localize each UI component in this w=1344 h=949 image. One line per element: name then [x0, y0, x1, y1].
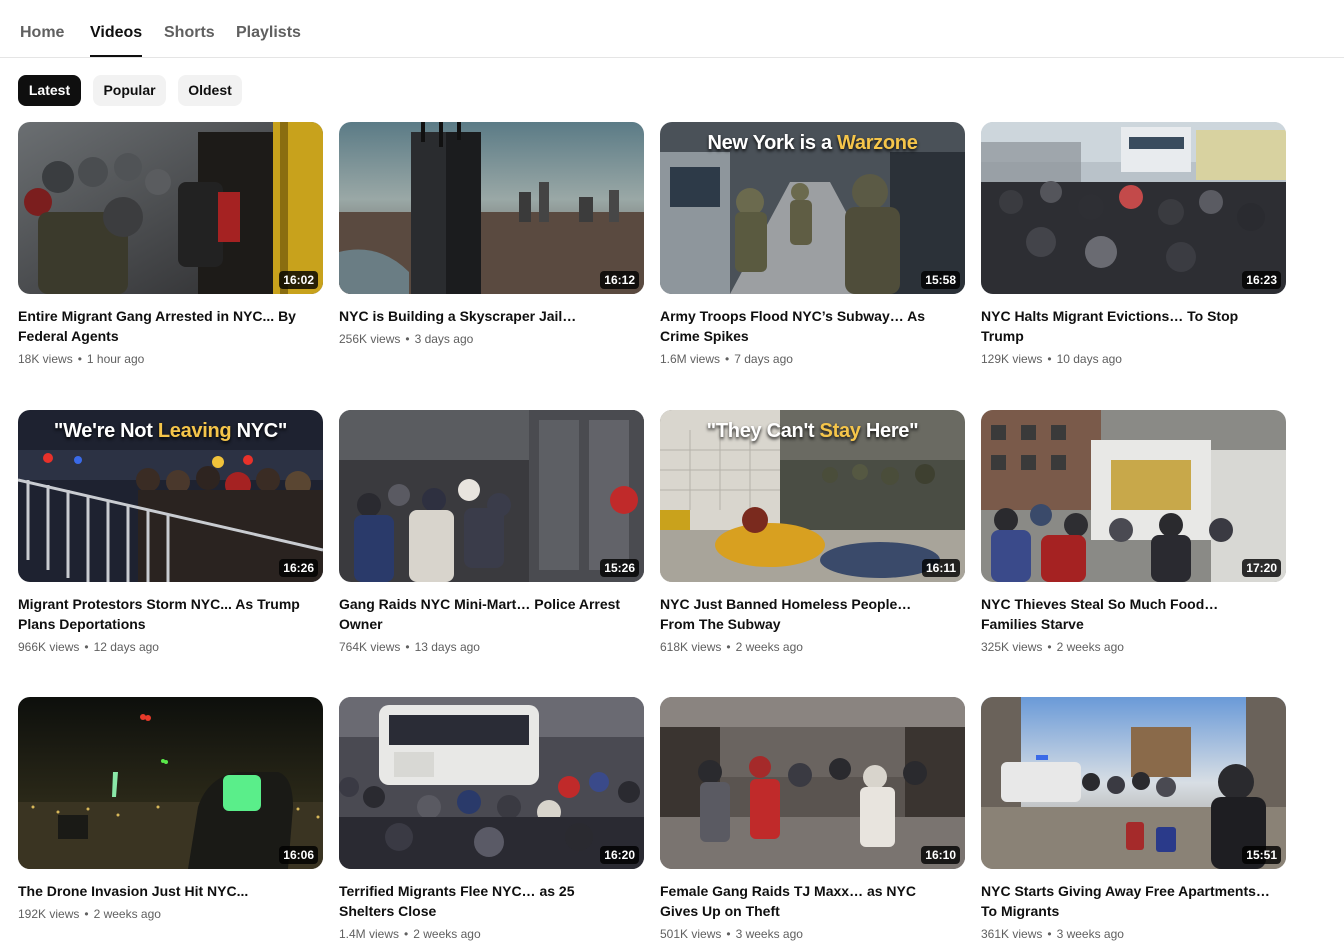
video-title[interactable]: Entire Migrant Gang Arrested in NYC... B… [18, 306, 308, 346]
video-meta: 1.4M views • 2 weeks ago [339, 927, 481, 941]
video-duration: 16:06 [279, 846, 318, 864]
video-card: 16:12 NYC is Building a Skyscraper Jail…… [339, 122, 644, 348]
video-thumbnail[interactable]: 16:12 [339, 122, 644, 294]
video-thumbnail[interactable]: 16:20 [339, 697, 644, 869]
upload-age: 2 weeks ago [413, 927, 481, 941]
video-meta: 256K views • 3 days ago [339, 332, 474, 346]
video-thumbnail[interactable]: 16:10 [660, 697, 965, 869]
view-count: 966K views [18, 640, 80, 654]
video-meta: 192K views • 2 weeks ago [18, 907, 161, 921]
video-card: 16:02 Entire Migrant Gang Arrested in NY… [18, 122, 323, 368]
thumbnail-caption: "We're Not Leaving NYC" [53, 420, 288, 442]
video-duration: 16:10 [921, 846, 960, 864]
video-card: 15:51 NYC Starts Giving Away Free Apartm… [981, 697, 1286, 943]
video-title[interactable]: Migrant Protestors Storm NYC... As Trump… [18, 594, 308, 634]
upload-age: 3 weeks ago [1056, 927, 1124, 941]
upload-age: 13 days ago [414, 640, 480, 654]
tab-shorts[interactable]: Shorts [164, 0, 215, 57]
video-meta: 618K views • 2 weeks ago [660, 640, 803, 654]
video-meta: 18K views • 1 hour ago [18, 352, 145, 366]
upload-age: 3 days ago [414, 332, 474, 346]
video-card: 16:06 The Drone Invasion Just Hit NYC...… [18, 697, 323, 923]
channel-tabs: Home Videos Shorts Playlists [0, 0, 1344, 58]
video-card: 17:20 NYC Thieves Steal So Much Food… Fa… [981, 410, 1286, 656]
video-thumbnail[interactable]: New York is a Warzone 15:58 [660, 122, 965, 294]
video-title[interactable]: NYC Starts Giving Away Free Apartments… … [981, 881, 1271, 921]
video-duration: 16:02 [279, 271, 318, 289]
view-count: 764K views [339, 640, 401, 654]
video-meta: 1.6M views • 7 days ago [660, 352, 793, 366]
video-title[interactable]: NYC Just Banned Homeless People… From Th… [660, 594, 950, 634]
video-card: 16:23 NYC Halts Migrant Evictions… To St… [981, 122, 1286, 368]
video-duration: 16:26 [279, 559, 318, 577]
upload-age: 12 days ago [93, 640, 159, 654]
view-count: 618K views [660, 640, 722, 654]
video-thumbnail[interactable]: 16:02 [18, 122, 323, 294]
upload-age: 2 weeks ago [1056, 640, 1124, 654]
video-thumbnail[interactable]: 16:23 [981, 122, 1286, 294]
video-duration: 15:51 [1242, 846, 1281, 864]
thumbnail-caption: New York is a Warzone [707, 132, 918, 154]
video-duration: 15:58 [921, 271, 960, 289]
video-meta: 129K views • 10 days ago [981, 352, 1122, 366]
thumbnail-caption: "They Can't Stay Here" [706, 420, 919, 442]
video-duration: 16:20 [600, 846, 639, 864]
video-card: "They Can't Stay Here" 16:11 NYC Just Ba… [660, 410, 965, 656]
view-count: 361K views [981, 927, 1043, 941]
video-card: "We're Not Leaving NYC" 16:26 Migrant Pr… [18, 410, 323, 656]
video-title[interactable]: NYC Halts Migrant Evictions… To Stop Tru… [981, 306, 1271, 346]
tab-home[interactable]: Home [20, 0, 64, 57]
filter-chip-latest[interactable]: Latest [18, 75, 81, 106]
video-thumbnail[interactable]: "We're Not Leaving NYC" 16:26 [18, 410, 323, 582]
video-duration: 16:23 [1242, 271, 1281, 289]
video-thumbnail[interactable]: 17:20 [981, 410, 1286, 582]
video-duration: 16:12 [600, 271, 639, 289]
view-count: 1.4M views [339, 927, 400, 941]
video-title[interactable]: Terrified Migrants Flee NYC… as 25 Shelt… [339, 881, 629, 921]
video-card: 16:20 Terrified Migrants Flee NYC… as 25… [339, 697, 644, 943]
tab-playlists[interactable]: Playlists [236, 0, 301, 57]
video-card: 16:10 Female Gang Raids TJ Maxx… as NYC … [660, 697, 965, 943]
view-count: 192K views [18, 907, 80, 921]
video-duration: 16:11 [921, 559, 960, 577]
view-count: 325K views [981, 640, 1043, 654]
filter-chip-popular[interactable]: Popular [93, 75, 166, 106]
video-title[interactable]: The Drone Invasion Just Hit NYC... [18, 881, 308, 901]
filter-chip-oldest[interactable]: Oldest [178, 75, 242, 106]
view-count: 129K views [981, 352, 1043, 366]
video-meta: 325K views • 2 weeks ago [981, 640, 1124, 654]
view-count: 1.6M views [660, 352, 721, 366]
video-duration: 17:20 [1242, 559, 1281, 577]
video-title[interactable]: Army Troops Flood NYC’s Subway… As Crime… [660, 306, 950, 346]
video-card: 15:26 Gang Raids NYC Mini-Mart… Police A… [339, 410, 644, 656]
view-count: 18K views [18, 352, 73, 366]
video-thumbnail[interactable]: 15:51 [981, 697, 1286, 869]
video-meta: 764K views • 13 days ago [339, 640, 480, 654]
video-title[interactable]: Gang Raids NYC Mini-Mart… Police Arrest … [339, 594, 629, 634]
upload-age: 3 weeks ago [735, 927, 803, 941]
tab-videos[interactable]: Videos [90, 0, 143, 57]
upload-age: 2 weeks ago [93, 907, 161, 921]
video-meta: 966K views • 12 days ago [18, 640, 159, 654]
video-card: New York is a Warzone 15:58 Army Troops … [660, 122, 965, 368]
video-thumbnail[interactable]: 15:26 [339, 410, 644, 582]
upload-age: 2 weeks ago [735, 640, 803, 654]
video-duration: 15:26 [600, 559, 639, 577]
view-count: 501K views [660, 927, 722, 941]
video-meta: 361K views • 3 weeks ago [981, 927, 1124, 941]
upload-age: 10 days ago [1056, 352, 1122, 366]
video-thumbnail[interactable]: 16:06 [18, 697, 323, 869]
video-thumbnail[interactable]: "They Can't Stay Here" 16:11 [660, 410, 965, 582]
video-meta: 501K views • 3 weeks ago [660, 927, 803, 941]
upload-age: 7 days ago [734, 352, 793, 366]
video-title[interactable]: NYC is Building a Skyscraper Jail… [339, 306, 629, 326]
upload-age: 1 hour ago [86, 352, 145, 366]
view-count: 256K views [339, 332, 401, 346]
video-title[interactable]: NYC Thieves Steal So Much Food… Families… [981, 594, 1271, 634]
video-title[interactable]: Female Gang Raids TJ Maxx… as NYC Gives … [660, 881, 950, 921]
